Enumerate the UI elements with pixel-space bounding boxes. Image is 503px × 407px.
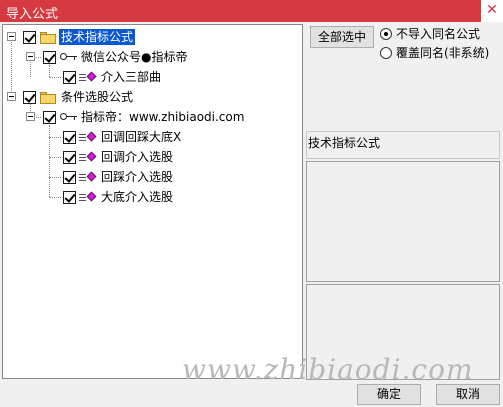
tree-item-label[interactable]: 回调回踩大底X: [99, 129, 183, 145]
item-checkbox[interactable]: [63, 191, 76, 204]
option-label: 覆盖同名(非系统): [396, 46, 490, 60]
item-checkbox[interactable]: [63, 151, 76, 164]
node-checkbox[interactable]: [43, 111, 56, 124]
key-icon: [60, 113, 78, 121]
diamond-icon: [86, 191, 97, 202]
tree-node-label[interactable]: 指标帝：www.zhibiaodi.com: [79, 109, 246, 125]
option-overwrite-duplicates[interactable]: 覆盖同名(非系统): [380, 45, 502, 61]
tree-item-label[interactable]: 介入三部曲: [99, 69, 163, 85]
key-icon: [60, 53, 78, 61]
diamond-icon: [86, 151, 97, 162]
node-checkbox[interactable]: [43, 51, 56, 64]
tree-item[interactable]: 回调回踩大底X: [3, 127, 302, 147]
formula-doc-icon: [79, 72, 87, 82]
diamond-icon: [86, 71, 97, 82]
tree-node-source[interactable]: 微信公众号●指标帝: [3, 47, 302, 67]
tree-item[interactable]: 介入三部曲: [3, 67, 302, 87]
tree-group-label[interactable]: 条件选股公式: [59, 89, 135, 105]
collapse-icon[interactable]: [26, 52, 35, 61]
formula-description-box[interactable]: [306, 161, 500, 282]
cancel-button[interactable]: 取消: [436, 384, 500, 405]
option-skip-duplicates[interactable]: 不导入同名公式: [380, 26, 500, 42]
option-label: 不导入同名公式: [396, 27, 481, 41]
formula-tree[interactable]: 技术指标公式 微信公众号●指标帝 介入三部曲 条件选股公式 指标帝：www.zh…: [2, 24, 303, 379]
formula-info-text: 技术指标公式: [308, 136, 381, 150]
tree-group-label[interactable]: 技术指标公式: [59, 29, 136, 45]
tree-item[interactable]: 回踩介入选股: [3, 167, 302, 187]
tree-group-screening[interactable]: 条件选股公式: [3, 87, 302, 107]
item-checkbox[interactable]: [63, 171, 76, 184]
tree-node-label[interactable]: 微信公众号●指标帝: [79, 49, 189, 65]
collapse-icon[interactable]: [7, 32, 16, 41]
tree-item-label[interactable]: 大底介入选股: [99, 189, 175, 205]
tree-item-label[interactable]: 回调介入选股: [99, 149, 175, 165]
formula-doc-icon: [79, 132, 87, 142]
diamond-icon: [86, 131, 97, 142]
tree-item[interactable]: 大底介入选股: [3, 187, 302, 207]
folder-icon: [40, 32, 56, 44]
formula-doc-icon: [79, 172, 87, 182]
item-checkbox[interactable]: [63, 71, 76, 84]
radio-button[interactable]: [380, 47, 392, 59]
collapse-icon[interactable]: [7, 92, 16, 101]
formula-doc-icon: [79, 192, 87, 202]
tree-node-source[interactable]: 指标帝：www.zhibiaodi.com: [3, 107, 302, 127]
diamond-icon: [86, 171, 97, 182]
group-checkbox[interactable]: [23, 31, 36, 44]
ok-button[interactable]: 确定: [357, 384, 421, 405]
tree-item[interactable]: 回调介入选股: [3, 147, 302, 167]
item-checkbox[interactable]: [63, 131, 76, 144]
collapse-icon[interactable]: [26, 112, 35, 121]
window-title: 导入公式: [6, 7, 59, 22]
watermark-text: www.zhibiaodi.com: [182, 353, 474, 386]
title-bar: 导入公式 ✕: [0, 0, 503, 22]
close-icon[interactable]: ✕: [481, 0, 503, 22]
folder-icon: [40, 92, 56, 104]
radio-button[interactable]: [380, 28, 392, 40]
group-checkbox[interactable]: [23, 91, 36, 104]
tree-group-technical[interactable]: 技术指标公式: [3, 27, 302, 47]
tree-item-label[interactable]: 回踩介入选股: [99, 169, 175, 185]
select-all-button[interactable]: 全部选中: [310, 26, 374, 48]
formula-doc-icon: [79, 152, 87, 162]
formula-info-label: 技术指标公式: [306, 131, 500, 159]
